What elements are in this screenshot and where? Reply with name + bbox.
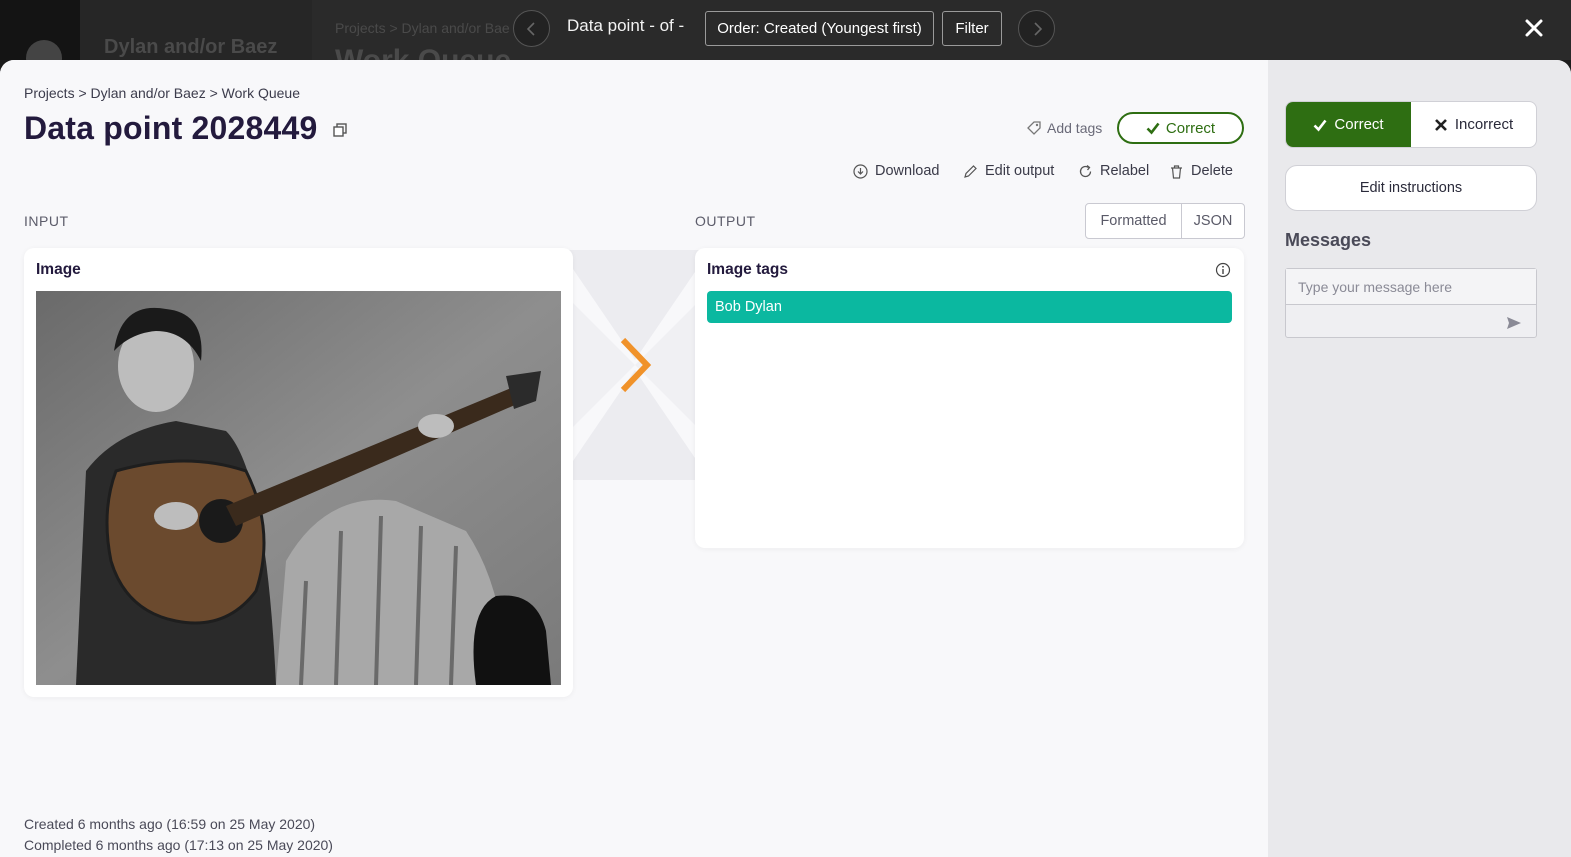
breadcrumb[interactable]: Projects > Dylan and/or Baez > Work Queu… [24,85,300,101]
trash-icon [1171,164,1182,179]
status-badge-label: Correct [1165,119,1216,137]
completed-timestamp: Completed 6 months ago (17:13 on 25 May … [24,837,333,853]
edit-output-label: Edit output [985,163,1055,179]
mark-incorrect-button[interactable]: Incorrect [1411,102,1536,147]
next-datapoint-button[interactable] [1018,10,1055,47]
download-label: Download [875,163,940,179]
filter-button[interactable]: Filter [942,11,1002,46]
datapoint-navigation-bar: Data point - of - Order: Created (Younge… [0,0,1571,60]
review-verdict-toggle: Correct Incorrect [1285,101,1537,148]
created-timestamp: Created 6 months ago (16:59 on 25 May 20… [24,816,316,832]
info-icon[interactable] [1215,262,1231,278]
input-section-label: INPUT [24,213,69,229]
output-section-label: OUTPUT [695,213,756,229]
check-icon [1146,122,1160,135]
chevron-right-icon [1033,21,1042,36]
relabel-label: Relabel [1100,163,1150,179]
order-button[interactable]: Order: Created (Youngest first) [705,11,934,46]
delete-label: Delete [1191,163,1233,179]
download-icon [853,163,868,179]
datapoint-main-area: Projects > Dylan and/or Baez > Work Queu… [0,60,1268,857]
delete-button[interactable]: Delete [1169,163,1233,179]
cross-icon [1434,118,1447,131]
relabel-button[interactable]: Relabel [1078,163,1149,179]
arrow-right-icon [620,337,652,393]
image-tag-chip: Bob Dylan [707,291,1232,323]
mark-correct-button[interactable]: Correct [1286,102,1411,147]
chevron-left-icon [526,21,535,36]
json-view-button[interactable]: JSON [1182,204,1244,238]
input-card: Image [24,248,573,697]
tag-icon [1027,121,1041,135]
output-view-toggle: Formatted JSON [1085,203,1245,239]
refresh-icon [1079,164,1092,177]
edit-output-button[interactable]: Edit output [963,163,1054,179]
download-button[interactable]: Download [853,163,940,179]
messages-title: Messages [1285,230,1372,250]
formatted-view-button[interactable]: Formatted [1086,204,1182,238]
input-image[interactable] [36,291,561,685]
send-icon[interactable] [1506,315,1522,331]
datapoint-counter: Data point - of - [567,16,685,35]
add-tags-label: Add tags [1047,120,1103,136]
input-card-title: Image [36,261,81,278]
message-composer [1285,268,1537,338]
message-input[interactable] [1286,269,1536,305]
close-icon[interactable] [1522,16,1546,40]
check-icon [1313,119,1327,131]
page-title: Data point 2028449 [24,110,318,146]
status-badge: Correct [1117,112,1244,144]
review-panel: Correct Incorrect Edit instructions Mess… [1268,60,1571,857]
previous-datapoint-button[interactable] [513,10,550,47]
photo-illustration [36,291,561,685]
mark-correct-label: Correct [1334,116,1384,133]
output-card: Image tags Bob Dylan [695,248,1244,548]
datapoint-modal: Projects > Dylan and/or Baez > Work Queu… [0,60,1571,857]
copy-icon[interactable] [332,122,348,138]
pencil-icon [964,164,977,178]
add-tags-button[interactable]: Add tags [1027,120,1102,136]
edit-instructions-button[interactable]: Edit instructions [1285,165,1537,211]
output-card-title: Image tags [707,261,788,278]
mark-incorrect-label: Incorrect [1454,116,1514,133]
